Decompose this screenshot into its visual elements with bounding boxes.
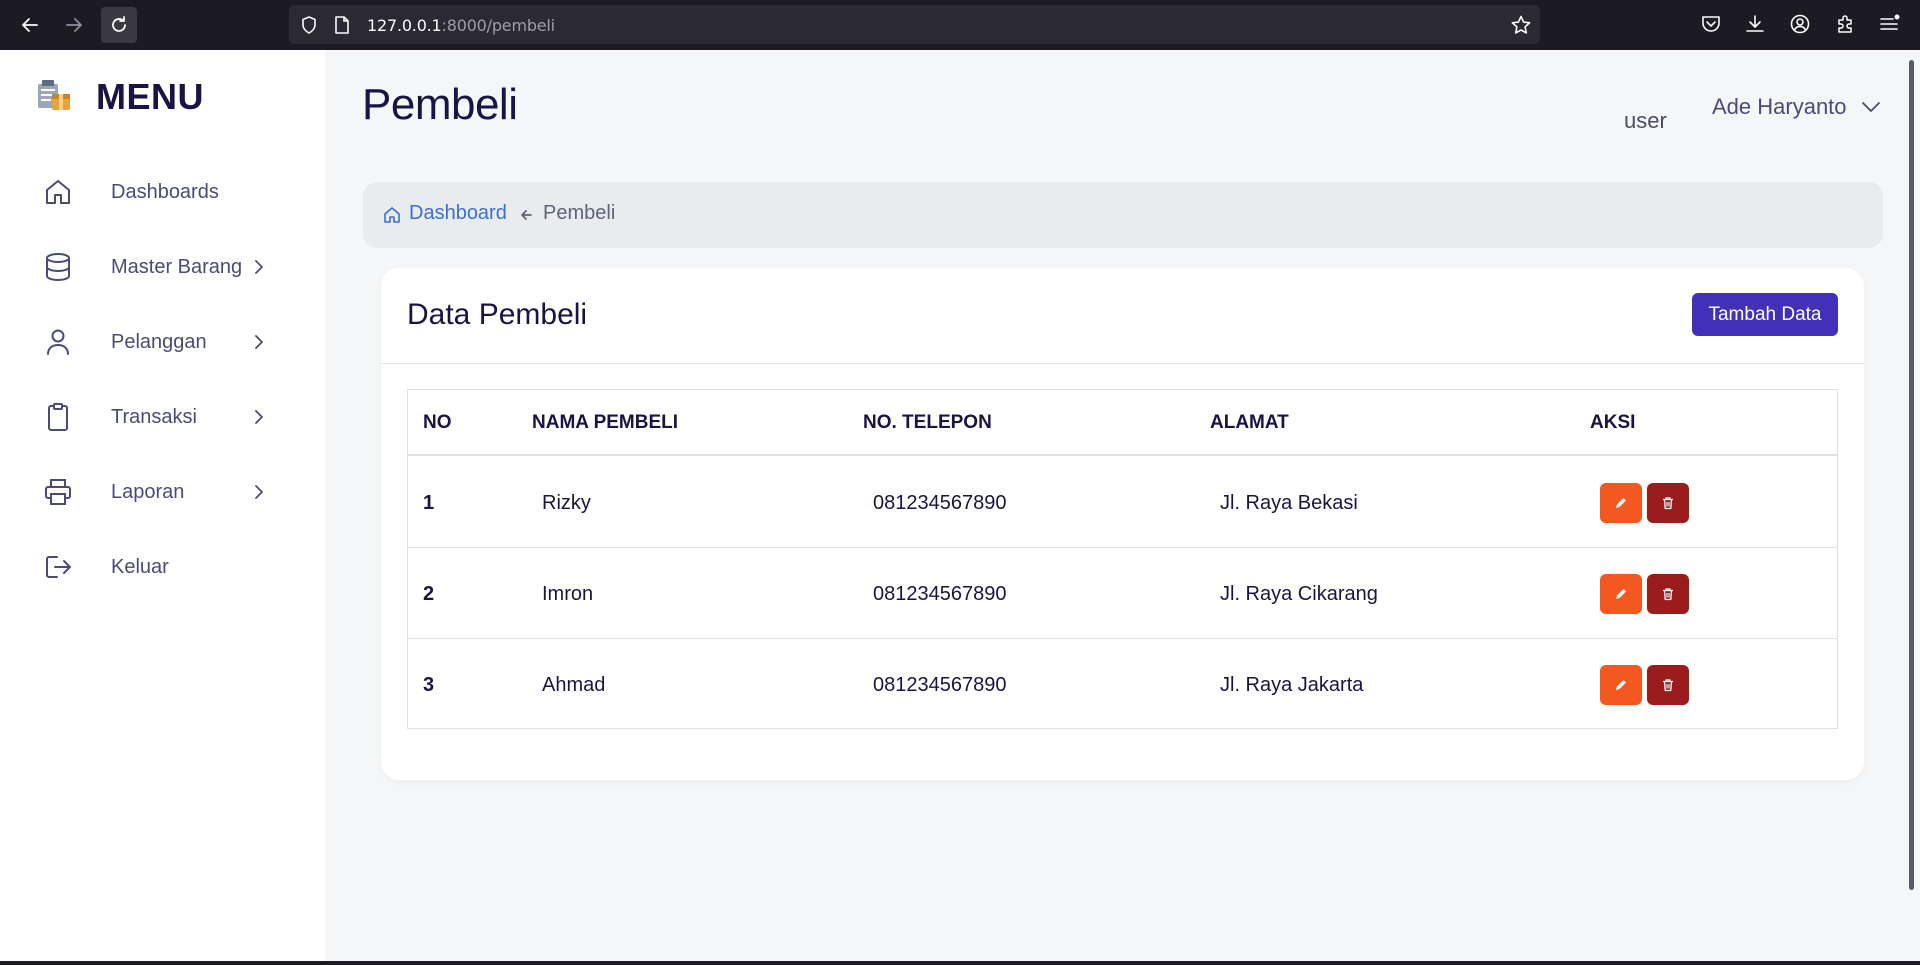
window-bottom-edge bbox=[0, 961, 1920, 965]
data-card: Data Pembeli Tambah Data NO NAMA PEMBELI… bbox=[381, 268, 1864, 780]
chevron-right-icon bbox=[255, 260, 263, 274]
cell-telepon: 081234567890 bbox=[873, 674, 1007, 696]
logout-icon bbox=[42, 551, 74, 583]
sidebar-item-label: Dashboards bbox=[111, 180, 219, 203]
pocket-icon[interactable] bbox=[1700, 13, 1722, 35]
sidebar-item-dashboards[interactable]: Dashboards bbox=[0, 164, 325, 220]
page-viewport: MENU Dashboards Master Barang Pelanggan bbox=[0, 50, 1920, 965]
sidebar-item-label: Transaksi bbox=[111, 405, 197, 428]
sidebar-item-transaksi[interactable]: Transaksi bbox=[0, 389, 325, 445]
delete-button[interactable] bbox=[1647, 483, 1689, 523]
trash-icon bbox=[1663, 679, 1673, 692]
back-button[interactable] bbox=[12, 7, 48, 43]
forward-button[interactable] bbox=[56, 7, 92, 43]
column-header-telepon: NO. TELEPON bbox=[863, 412, 992, 433]
reload-button[interactable] bbox=[101, 7, 137, 43]
user-menu[interactable]: Ade Haryanto bbox=[1712, 94, 1847, 120]
arrow-right-icon bbox=[66, 18, 82, 32]
cell-no: 3 bbox=[423, 674, 435, 696]
chevron-right-icon bbox=[255, 485, 263, 499]
cell-telepon: 081234567890 bbox=[873, 583, 1007, 605]
app-menu-icon[interactable] bbox=[1878, 13, 1900, 35]
sidebar-item-label: Keluar bbox=[111, 555, 169, 578]
chevron-down-icon[interactable] bbox=[1860, 96, 1882, 118]
url-bar[interactable]: 127.0.0.1:8000/pembeli bbox=[289, 5, 1540, 44]
user-icon bbox=[42, 326, 74, 358]
sidebar-item-label: Pelanggan bbox=[111, 330, 207, 353]
breadcrumb: Dashboard Pembeli bbox=[363, 182, 1883, 248]
home-icon[interactable] bbox=[383, 206, 401, 224]
page-icon bbox=[335, 16, 349, 34]
page-scrollbar[interactable] bbox=[1904, 50, 1920, 965]
pencil-icon bbox=[1616, 589, 1626, 599]
cell-no: 1 bbox=[423, 492, 435, 514]
pencil-icon bbox=[1616, 680, 1626, 690]
trash-icon bbox=[1663, 588, 1673, 601]
edit-button[interactable] bbox=[1600, 574, 1642, 614]
delete-button[interactable] bbox=[1647, 665, 1689, 705]
column-header-nama: NAMA PEMBELI bbox=[532, 412, 679, 433]
chevron-right-icon bbox=[255, 335, 263, 349]
card-divider bbox=[381, 363, 1864, 364]
edit-button[interactable] bbox=[1600, 665, 1642, 705]
cell-no: 2 bbox=[423, 583, 435, 605]
edit-button[interactable] bbox=[1600, 483, 1642, 523]
cell-nama: Rizky bbox=[542, 492, 591, 514]
scrollbar-thumb[interactable] bbox=[1909, 60, 1914, 890]
sidebar-item-keluar[interactable]: Keluar bbox=[0, 539, 325, 595]
cell-alamat: Jl. Raya Bekasi bbox=[1220, 492, 1358, 514]
shield-icon[interactable] bbox=[299, 15, 319, 35]
logo-icon bbox=[38, 80, 70, 110]
sidebar-item-label: Laporan bbox=[111, 480, 185, 503]
sidebar-item-master-barang[interactable]: Master Barang bbox=[0, 239, 325, 295]
cell-nama: Imron bbox=[542, 583, 594, 605]
bookmark-star-icon[interactable] bbox=[1510, 14, 1532, 36]
user-role: user bbox=[1624, 108, 1667, 133]
breadcrumb-link-dashboard[interactable]: Dashboard bbox=[409, 202, 507, 225]
sidebar-item-pelanggan[interactable]: Pelanggan bbox=[0, 314, 325, 370]
sidebar-item-laporan[interactable]: Laporan bbox=[0, 464, 325, 520]
menu-title: MENU bbox=[96, 76, 204, 117]
cell-alamat: Jl. Raya Cikarang bbox=[1220, 583, 1378, 605]
pencil-icon bbox=[1616, 498, 1626, 508]
table-row: 1 Rizky 081234567890 Jl. Raya Bekasi bbox=[408, 458, 1837, 548]
cell-nama: Ahmad bbox=[542, 674, 606, 696]
sidebar-item-label: Master Barang bbox=[111, 255, 243, 278]
table-header: NO NAMA PEMBELI NO. TELEPON ALAMAT AKSI bbox=[408, 390, 1837, 456]
arrow-left-icon bbox=[521, 210, 532, 220]
database-icon bbox=[42, 251, 74, 283]
extensions-icon[interactable] bbox=[1834, 13, 1856, 35]
column-header-alamat: ALAMAT bbox=[1210, 412, 1289, 433]
buyers-table: NO NAMA PEMBELI NO. TELEPON ALAMAT AKSI … bbox=[407, 389, 1838, 729]
sidebar: MENU Dashboards Master Barang Pelanggan bbox=[0, 50, 325, 965]
url-text[interactable]: 127.0.0.1:8000/pembeli bbox=[367, 16, 555, 35]
arrow-left-icon bbox=[22, 18, 38, 32]
column-header-no: NO bbox=[423, 412, 452, 433]
delete-button[interactable] bbox=[1647, 574, 1689, 614]
reload-icon bbox=[112, 16, 126, 32]
table-row: 3 Ahmad 081234567890 Jl. Raya Jakarta bbox=[408, 640, 1837, 730]
add-data-button[interactable]: Tambah Data bbox=[1692, 293, 1838, 336]
chevron-right-icon bbox=[255, 410, 263, 424]
column-header-aksi: AKSI bbox=[1590, 412, 1636, 433]
card-title: Data Pembeli bbox=[407, 298, 588, 331]
browser-toolbar: 127.0.0.1:8000/pembeli bbox=[0, 0, 1920, 50]
table-row: 2 Imron 081234567890 Jl. Raya Cikarang bbox=[408, 549, 1837, 639]
trash-icon bbox=[1663, 497, 1673, 510]
cell-alamat: Jl. Raya Jakarta bbox=[1220, 674, 1364, 696]
account-icon[interactable] bbox=[1789, 13, 1811, 35]
printer-icon bbox=[42, 476, 74, 508]
home-icon bbox=[42, 176, 74, 208]
download-icon[interactable] bbox=[1744, 13, 1766, 35]
clipboard-icon bbox=[42, 401, 74, 433]
page-title: Pembeli bbox=[362, 80, 518, 129]
breadcrumb-current: Pembeli bbox=[543, 202, 616, 224]
cell-telepon: 081234567890 bbox=[873, 492, 1007, 514]
